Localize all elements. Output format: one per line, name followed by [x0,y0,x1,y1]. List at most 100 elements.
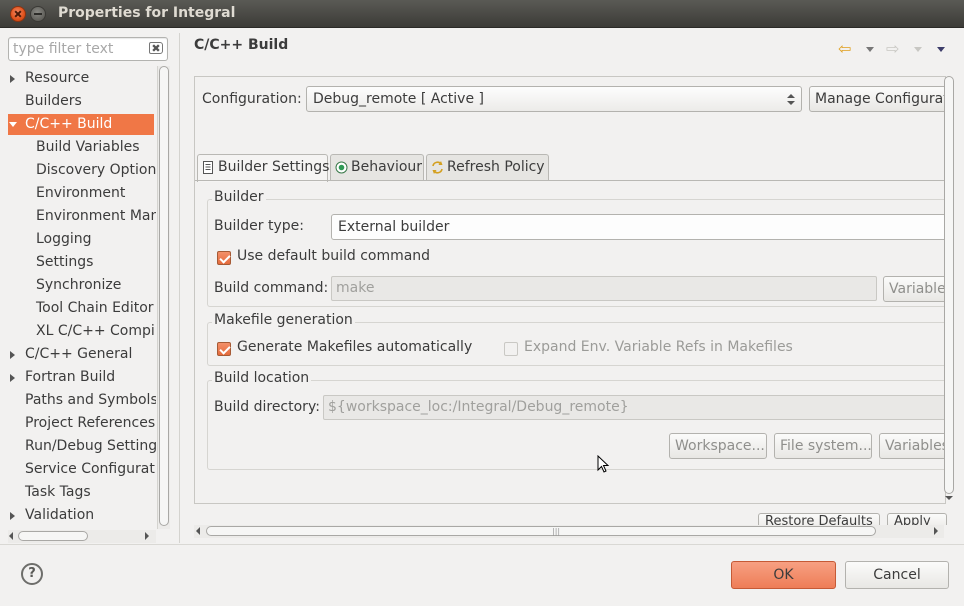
scrollbar-thumb[interactable]: ||| [206,526,876,536]
tab-refresh-policy[interactable]: Refresh Policy [426,154,549,181]
tree-item-environment-man[interactable]: Environment Man [36,206,156,227]
collapsed-arrow-icon[interactable] [10,512,15,520]
collapsed-arrow-icon[interactable] [10,75,15,83]
tree-item-settings[interactable]: Settings [36,252,93,273]
configuration-combo[interactable]: Debug_remote [ Active ] [306,86,802,112]
tree-item-label: C/C++ General [25,346,133,362]
tree-item-label: Run/Debug Settings [25,438,156,454]
tree-item-label: Paths and Symbols [25,392,156,408]
scrollbar-thumb[interactable] [159,66,169,526]
tree-item-discovery-options[interactable]: Discovery Options [36,160,156,181]
tree-item-project-references[interactable]: Project References [25,413,155,434]
minimize-window-icon[interactable] [30,6,46,22]
help-icon[interactable]: ? [21,563,43,585]
scroll-left-icon[interactable] [9,532,13,540]
forward-dropdown-icon[interactable] [914,47,922,52]
tree-item-build-variables[interactable]: Build Variables [36,137,140,158]
tree-item-label: Environment Man [36,208,156,224]
scroll-right-icon[interactable] [934,527,938,535]
scroll-left-icon[interactable] [196,527,200,535]
configuration-label: Configuration: [202,91,302,107]
builder-group: Builder Builder type: External builder U… [207,189,945,307]
view-menu-icon[interactable] [937,47,945,52]
tab-label: Builder Settings [218,159,330,175]
builder-settings-page: Builder Builder type: External builder U… [195,180,945,503]
filter-box: ✖ [8,37,168,61]
expand-env-refs-checkbox[interactable] [504,342,518,356]
generate-makefiles-checkbox[interactable] [217,342,231,356]
tree-item-c-c-build[interactable]: C/C++ Build [8,114,154,135]
title-bar: Properties for Integral [0,0,964,28]
scroll-down-icon[interactable] [945,496,953,500]
content-horizontal-scrollbar[interactable]: ||| [194,525,944,538]
use-default-build-command-label[interactable]: Use default build command [237,248,430,264]
file-system-button[interactable]: File system... [774,433,872,459]
pane-divider[interactable] [179,33,180,543]
tab-builder-settings[interactable]: Builder Settings [197,154,330,182]
collapsed-arrow-icon[interactable] [10,351,15,359]
combo-down-icon [787,101,795,105]
content-vertical-scrollbar[interactable] [943,76,956,504]
tree-item-run-debug-settings[interactable]: Run/Debug Settings [25,436,156,457]
mouse-cursor-icon [597,455,610,473]
forward-icon[interactable]: ⇨ [886,41,899,57]
tab-label: Refresh Policy [447,159,545,175]
build-command-variables-button[interactable]: Variables... [883,276,945,302]
group-title: Build location [212,370,312,386]
build-directory-field[interactable]: ${workspace_loc:/Integral/Debug_remote} [323,395,945,420]
tab-label: Behaviour [351,159,423,175]
tree-item-builders[interactable]: Builders [25,91,82,112]
expanded-arrow-icon[interactable] [9,122,17,127]
tree-vertical-scrollbar[interactable] [157,66,170,529]
makefile-generation-group: Makefile generation Generate Makefiles a… [207,312,945,366]
tab-behaviour[interactable]: Behaviour [330,154,424,181]
tree-item-validation[interactable]: Validation [10,505,94,526]
tree-item-label: Fortran Build [25,369,116,385]
builder-type-combo[interactable]: External builder [331,214,945,240]
expand-env-refs-label[interactable]: Expand Env. Variable Refs in Makefiles [524,339,793,355]
tree-item-label: Logging [36,231,92,247]
use-default-build-command-checkbox[interactable] [217,251,231,265]
configuration-value: Debug_remote [ Active ] [313,91,484,107]
tree-horizontal-scrollbar[interactable] [8,530,156,543]
tree-item-label: Task Tags [25,484,91,500]
workspace-button[interactable]: Workspace... [669,433,767,459]
build-command-field[interactable]: make [331,276,877,301]
tree-item-label: Builders [25,93,82,109]
tree-item-logging[interactable]: Logging [36,229,92,250]
scroll-right-icon[interactable] [145,532,149,540]
back-dropdown-icon[interactable] [866,47,874,52]
tree-item-service-configurati[interactable]: Service Configurati [25,459,156,480]
ok-button[interactable]: OK [731,561,836,589]
tree-item-paths-and-symbols[interactable]: Paths and Symbols [25,390,156,411]
generate-makefiles-label[interactable]: Generate Makefiles automatically [237,339,472,355]
restore-defaults-button[interactable]: Restore Defaults [758,513,880,525]
scrollbar-grip-icon: ||| [552,527,561,536]
page-title: C/C++ Build [194,37,289,53]
build-directory-variables-button[interactable]: Variables... [879,433,945,459]
tree-item-synchronize[interactable]: Synchronize [36,275,121,296]
tree-item-label: Project References [25,415,156,431]
apply-button[interactable]: Apply [887,513,947,525]
tree-item-fortran-build[interactable]: Fortran Build [10,367,116,388]
collapsed-arrow-icon[interactable] [10,374,15,382]
tree-item-resource[interactable]: Resource [10,68,90,89]
manage-configurations-button[interactable]: Manage Configurations... [809,86,945,112]
clear-filter-icon[interactable]: ✖ [149,42,163,55]
tree-item-environment[interactable]: Environment [36,183,125,204]
scrollbar-thumb[interactable] [944,76,954,494]
tree-item-label: Resource [25,70,90,86]
tree-item-task-tags[interactable]: Task Tags [25,482,91,503]
cancel-button[interactable]: Cancel [845,561,949,589]
radio-icon [335,161,348,174]
filter-input[interactable] [9,38,145,60]
tree-item-tool-chain-editor[interactable]: Tool Chain Editor [36,298,154,319]
back-icon[interactable]: ⇦ [838,41,851,57]
close-window-icon[interactable] [10,6,26,22]
tree-item-xl-c-c-compile[interactable]: XL C/C++ Compile [36,321,156,342]
builder-type-value: External builder [338,219,450,235]
scrollbar-thumb[interactable] [18,531,88,541]
builder-type-label: Builder type: [214,218,304,234]
tree-item-c-c-general[interactable]: C/C++ General [10,344,133,365]
build-command-label: Build command: [214,280,329,296]
